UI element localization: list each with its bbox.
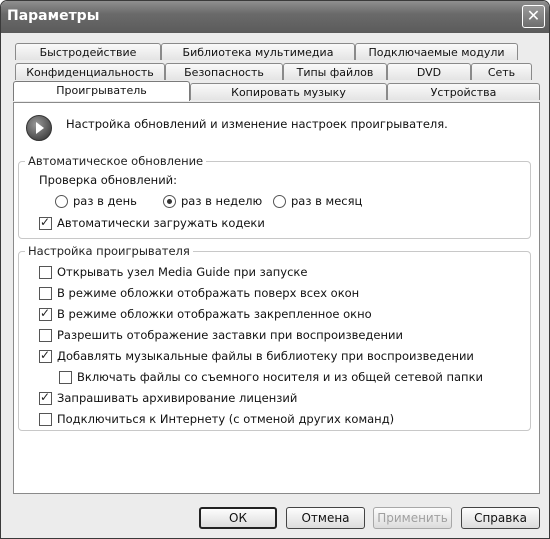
check-updates-label: Проверка обновлений: xyxy=(39,173,177,187)
tab-player[interactable]: Проигрыватель xyxy=(13,81,190,101)
tab-dvd[interactable]: DVD xyxy=(387,63,471,80)
auto-update-group: Автоматическое обновление Проверка обнов… xyxy=(18,154,531,239)
tab-file-types[interactable]: Типы файлов xyxy=(283,63,387,80)
option-skin-docked[interactable]: В режиме обложки отображать закрепленное… xyxy=(39,306,372,321)
ok-button[interactable]: ОК xyxy=(199,507,277,529)
player-settings-title: Настройка проигрывателя xyxy=(25,244,193,258)
play-icon xyxy=(26,115,52,141)
option-label: Запрашивать архивирование лицензий xyxy=(57,391,298,405)
checkbox[interactable] xyxy=(39,306,52,321)
checkbox[interactable] xyxy=(39,215,52,230)
radio-button[interactable] xyxy=(55,194,68,208)
option-skin-on-top[interactable]: В режиме обложки отображать поверх всех … xyxy=(39,286,359,300)
option-label: В режиме обложки отображать закрепленное… xyxy=(57,307,372,321)
apply-button[interactable]: Применить xyxy=(373,507,452,529)
checkbox[interactable] xyxy=(39,348,52,363)
checkbox[interactable] xyxy=(39,265,52,279)
option-label: Включать файлы со съемного носителя и из… xyxy=(77,370,483,384)
radio-button[interactable] xyxy=(163,194,176,208)
tab-devices[interactable]: Устройства xyxy=(387,83,540,100)
radio-button[interactable] xyxy=(273,194,286,208)
tab-security[interactable]: Безопасность xyxy=(165,63,283,80)
tab-privacy[interactable]: Конфиденциальность xyxy=(15,63,165,80)
option-label: В режиме обложки отображать поверх всех … xyxy=(57,286,360,300)
checkbox[interactable] xyxy=(39,328,52,342)
checkbox[interactable] xyxy=(39,412,52,426)
checkbox[interactable] xyxy=(39,390,52,405)
close-icon: ✕ xyxy=(526,6,541,25)
radio-daily-label: раз в день xyxy=(73,194,137,208)
checkbox[interactable] xyxy=(59,370,72,384)
tab-performance[interactable]: Быстродействие xyxy=(15,43,161,60)
option-removable-media[interactable]: Включать файлы со съемного носителя и из… xyxy=(59,370,483,384)
option-label: Разрешить отображение заставки при воспр… xyxy=(57,328,403,342)
title-bar[interactable]: Параметры ✕ xyxy=(1,1,549,33)
radio-monthly[interactable]: раз в месяц xyxy=(273,194,362,208)
option-screensaver[interactable]: Разрешить отображение заставки при воспр… xyxy=(39,328,403,342)
radio-daily[interactable]: раз в день xyxy=(55,194,137,208)
codecs-label: Автоматически загружать кодеки xyxy=(57,216,265,230)
checkbox[interactable] xyxy=(39,286,52,300)
player-settings-group: Настройка проигрывателя Открывать узел M… xyxy=(18,244,531,431)
option-connect-internet[interactable]: Подключиться к Интернету (с отменой друг… xyxy=(39,412,394,426)
tab-media-library[interactable]: Библиотека мультимедиа xyxy=(161,43,355,60)
panel-description: Настройка обновлений и изменение настрое… xyxy=(66,117,448,131)
option-archive-licenses[interactable]: Запрашивать архивирование лицензий xyxy=(39,390,298,405)
option-add-to-library[interactable]: Добавлять музыкальные файлы в библиотеку… xyxy=(39,348,474,363)
tab-rip-music[interactable]: Копировать музыку xyxy=(190,83,387,100)
radio-weekly-label: раз в неделю xyxy=(181,194,263,208)
option-label: Подключиться к Интернету (с отменой друг… xyxy=(57,412,395,426)
close-button[interactable]: ✕ xyxy=(522,5,545,28)
codecs-checkbox[interactable]: Автоматически загружать кодеки xyxy=(39,215,265,230)
option-label: Открывать узел Media Guide при запуске xyxy=(57,265,308,279)
option-label: Добавлять музыкальные файлы в библиотеку… xyxy=(57,349,474,363)
tab-network[interactable]: Сеть xyxy=(471,63,532,80)
option-media-guide[interactable]: Открывать узел Media Guide при запуске xyxy=(39,265,307,279)
radio-weekly[interactable]: раз в неделю xyxy=(163,194,262,208)
help-button[interactable]: Справка xyxy=(461,507,540,529)
tab-plugins[interactable]: Подключаемые модули xyxy=(355,43,518,60)
window-title: Параметры xyxy=(7,8,100,24)
check-updates-text: Проверка обновлений: xyxy=(39,173,178,187)
cancel-button[interactable]: Отмена xyxy=(286,507,365,529)
player-tab-panel: Настройка обновлений и изменение настрое… xyxy=(13,102,540,494)
radio-monthly-label: раз в месяц xyxy=(291,194,363,208)
auto-update-title: Автоматическое обновление xyxy=(25,154,207,168)
options-dialog: Параметры ✕ Быстродействие Библиотека му… xyxy=(0,0,550,539)
